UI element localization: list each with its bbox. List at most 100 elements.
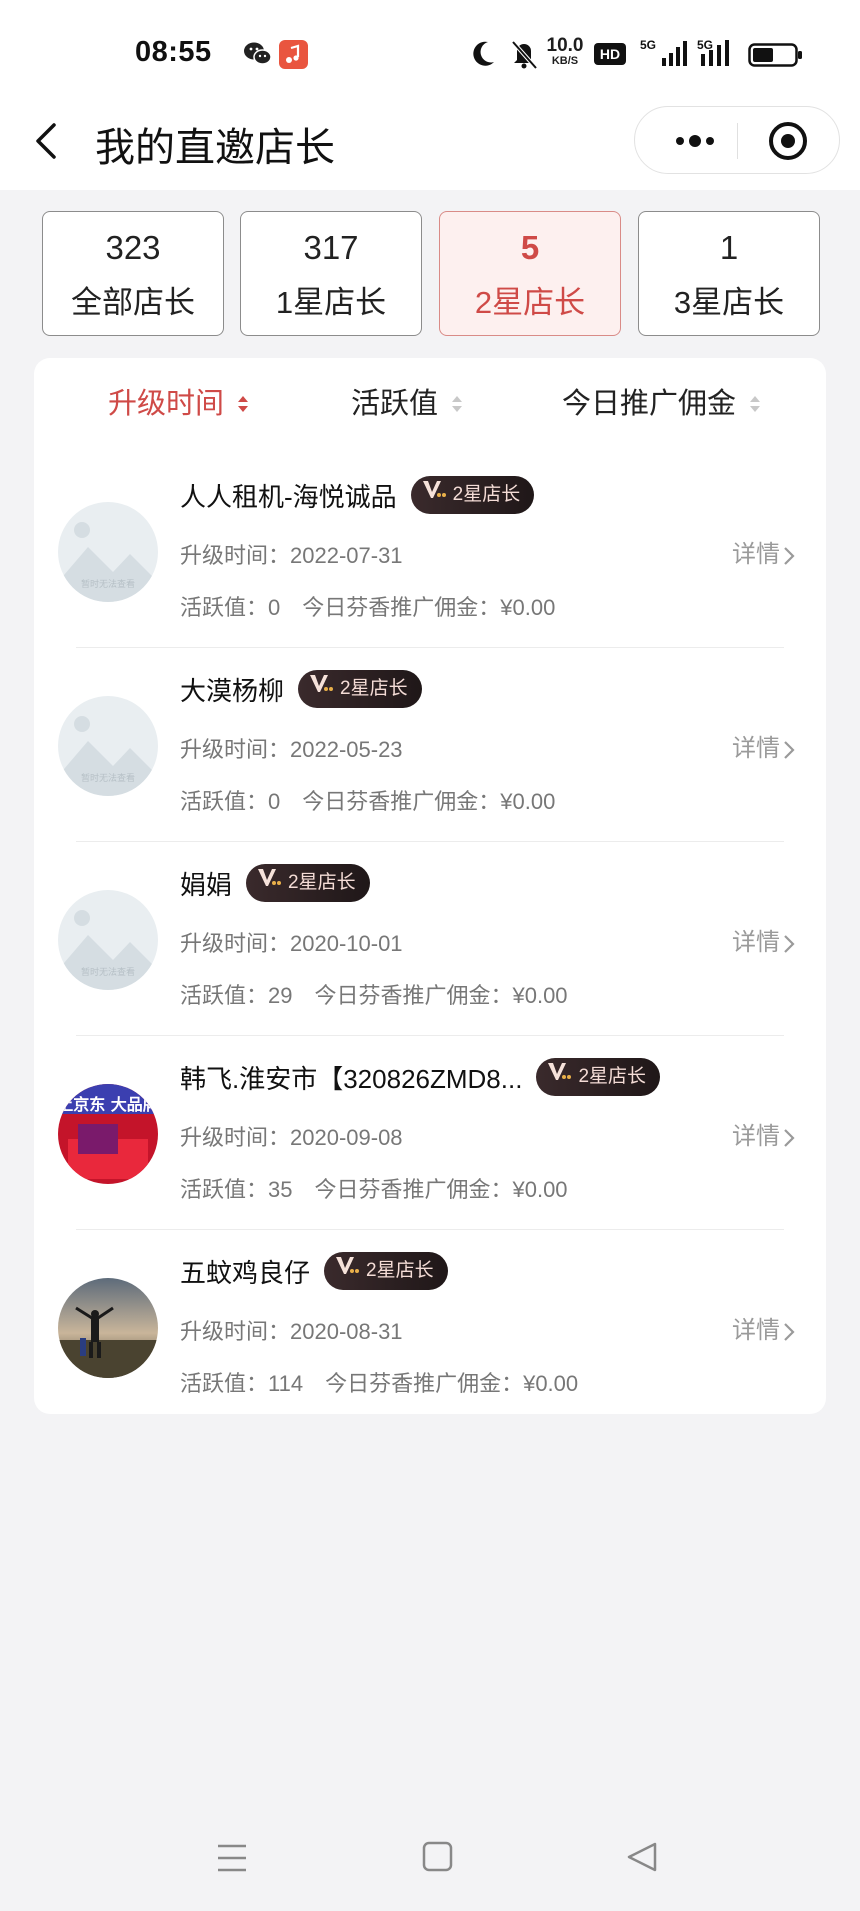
upgrade-time: 升级时间：2022-05-23 — [180, 737, 403, 762]
chevron-right-icon — [784, 1322, 795, 1341]
level-badge: 2星店长 — [324, 1252, 448, 1290]
svg-text:买家电上京东 大品牌真实惠: 买家电上京东 大品牌真实惠 — [58, 1095, 158, 1114]
vip-v-icon — [256, 864, 282, 902]
menu-lines-icon — [218, 1844, 246, 1872]
manager-name: 韩飞.淮安市【320826ZMD8... — [180, 1063, 523, 1094]
chevron-right-icon — [784, 546, 795, 565]
back-button[interactable] — [30, 117, 70, 167]
nav-back-button[interactable] — [613, 1838, 673, 1878]
list-item[interactable]: 暂时无法查看 人人租机-海悦诚品 2星店长 升级时间：2022-07-31 活跃值… — [34, 454, 826, 648]
chevron-right-icon — [784, 934, 795, 953]
status-bar: 08:55 10.0 KB/S HD 5G 5G — [0, 0, 860, 95]
signal-icon-2: 5G — [697, 36, 739, 72]
level-tabs: 323 全部店长 317 1星店长 5 2星店长 1 3星店长 — [42, 211, 820, 336]
page-title: 我的直邀店长 — [95, 126, 335, 170]
mini-program-capsule — [634, 106, 840, 174]
tab-label: 全部店长 — [71, 285, 195, 320]
hd-icon: HD — [594, 43, 626, 65]
svg-text:暂时无法查看: 暂时无法查看 — [81, 772, 135, 784]
commission-value: 今日芬香推广佣金：¥0.00 — [302, 789, 556, 814]
nav-menu-button[interactable] — [202, 1838, 262, 1878]
vip-v-icon — [421, 476, 447, 514]
tab-3-star[interactable]: 1 3星店长 — [638, 211, 820, 336]
more-dots-icon — [676, 135, 714, 147]
list-item[interactable]: 暂时无法查看 大漠杨柳 2星店长 升级时间：2022-05-23 活跃值：0 今日芬… — [34, 648, 826, 842]
manager-name: 人人租机-海悦诚品 — [180, 481, 397, 512]
activity-value: 活跃值：0 — [180, 789, 281, 814]
detail-link[interactable]: 详情 — [732, 922, 796, 957]
commission-value: 今日芬香推广佣金：¥0.00 — [314, 1177, 568, 1202]
activity-value: 活跃值：35 — [180, 1177, 293, 1202]
list-item[interactable]: 买家电上京东 大品牌真实惠 韩飞.淮安市【320826ZMD8... 2星店长 升… — [34, 1036, 826, 1230]
commission-value: 今日芬香推广佣金：¥0.00 — [302, 595, 556, 620]
svg-text:暂时无法查看: 暂时无法查看 — [81, 578, 135, 590]
chevron-left-icon — [36, 123, 56, 159]
chevron-right-icon — [784, 1128, 795, 1147]
mute-bell-icon — [509, 36, 539, 72]
upgrade-time: 升级时间：2020-08-31 — [180, 1319, 403, 1344]
avatar-placeholder: 暂时无法查看 — [58, 696, 158, 796]
tab-count: 323 — [105, 229, 161, 266]
avatar-photo — [58, 1278, 158, 1378]
svg-text:5G: 5G — [640, 38, 656, 52]
detail-link[interactable]: 详情 — [732, 728, 796, 763]
svg-text:5G: 5G — [697, 38, 713, 52]
manager-name: 娟娟 — [180, 869, 233, 900]
sort-arrows-icon — [450, 389, 464, 422]
activity-value: 活跃值：114 — [180, 1371, 304, 1396]
commission-value: 今日芬香推广佣金：¥0.00 — [314, 983, 568, 1008]
nav-home-button[interactable] — [407, 1838, 467, 1878]
net-speed: 10.0 KB/S — [546, 35, 584, 67]
sort-arrows-icon — [236, 389, 250, 422]
sort-activity[interactable]: 活跃值 — [351, 380, 464, 422]
list-item[interactable]: 暂时无法查看 娟娟 2星店长 升级时间：2020-10-01 活跃值：29 今日芬香… — [34, 842, 826, 1036]
wechat-icon — [243, 40, 273, 73]
close-mini-program-button[interactable] — [743, 107, 833, 175]
activity-value: 活跃值：0 — [180, 595, 281, 620]
square-home-icon — [422, 1841, 453, 1872]
manager-name: 大漠杨柳 — [180, 675, 285, 706]
avatar-jd-ad: 买家电上京东 大品牌真实惠 — [58, 1084, 158, 1184]
activity-value: 活跃值：29 — [180, 983, 293, 1008]
target-circle-icon — [769, 122, 807, 160]
commission-value: 今日芬香推广佣金：¥0.00 — [325, 1371, 579, 1396]
music-icon — [279, 40, 308, 69]
avatar-placeholder: 暂时无法查看 — [58, 502, 158, 602]
tab-count: 1 — [719, 229, 739, 266]
manager-list-card: 升级时间 活跃值 今日推广佣金 暂时无法查看 人人租机-海悦诚品 2星店长 升级… — [34, 358, 826, 1414]
chevron-right-icon — [784, 740, 795, 759]
tab-2-star[interactable]: 5 2星店长 — [439, 211, 621, 336]
upgrade-time: 升级时间：2020-09-08 — [180, 1125, 403, 1150]
level-badge: 2星店长 — [298, 670, 422, 708]
system-nav-bar — [0, 1820, 860, 1900]
sort-bar: 升级时间 活跃值 今日推广佣金 — [34, 358, 826, 448]
tab-count: 317 — [303, 229, 359, 266]
level-badge: 2星店长 — [536, 1058, 661, 1096]
upgrade-time: 升级时间：2020-10-01 — [180, 931, 403, 956]
moon-icon — [470, 36, 498, 72]
more-button[interactable] — [655, 107, 735, 175]
tab-label: 2星店长 — [474, 285, 586, 320]
tab-all[interactable]: 323 全部店长 — [42, 211, 224, 336]
detail-link[interactable]: 详情 — [732, 1116, 796, 1151]
list-item[interactable]: 五蚊鸡良仔 2星店长 升级时间：2020-08-31 活跃值：114 今日芬香推广佣… — [34, 1230, 826, 1424]
tab-count: 5 — [520, 229, 540, 266]
detail-link[interactable]: 详情 — [732, 1310, 796, 1345]
sort-upgrade-time[interactable]: 升级时间 — [108, 380, 250, 422]
tab-label: 1星店长 — [275, 285, 387, 320]
manager-name: 五蚊鸡良仔 — [180, 1257, 311, 1288]
sort-arrows-icon — [748, 389, 762, 422]
tab-1-star[interactable]: 317 1星店长 — [240, 211, 422, 336]
detail-link[interactable]: 详情 — [732, 534, 796, 569]
vip-v-icon — [308, 670, 334, 708]
level-badge: 2星店长 — [246, 864, 370, 902]
upgrade-time: 升级时间：2022-07-31 — [180, 543, 403, 568]
vip-v-icon — [334, 1252, 360, 1290]
vip-v-icon — [546, 1058, 572, 1096]
triangle-back-icon — [627, 1842, 657, 1872]
signal-icon: 5G — [640, 36, 688, 72]
status-time: 08:55 — [135, 36, 212, 68]
sort-commission[interactable]: 今日推广佣金 — [562, 380, 762, 422]
avatar-placeholder: 暂时无法查看 — [58, 890, 158, 990]
level-badge: 2星店长 — [410, 476, 535, 514]
